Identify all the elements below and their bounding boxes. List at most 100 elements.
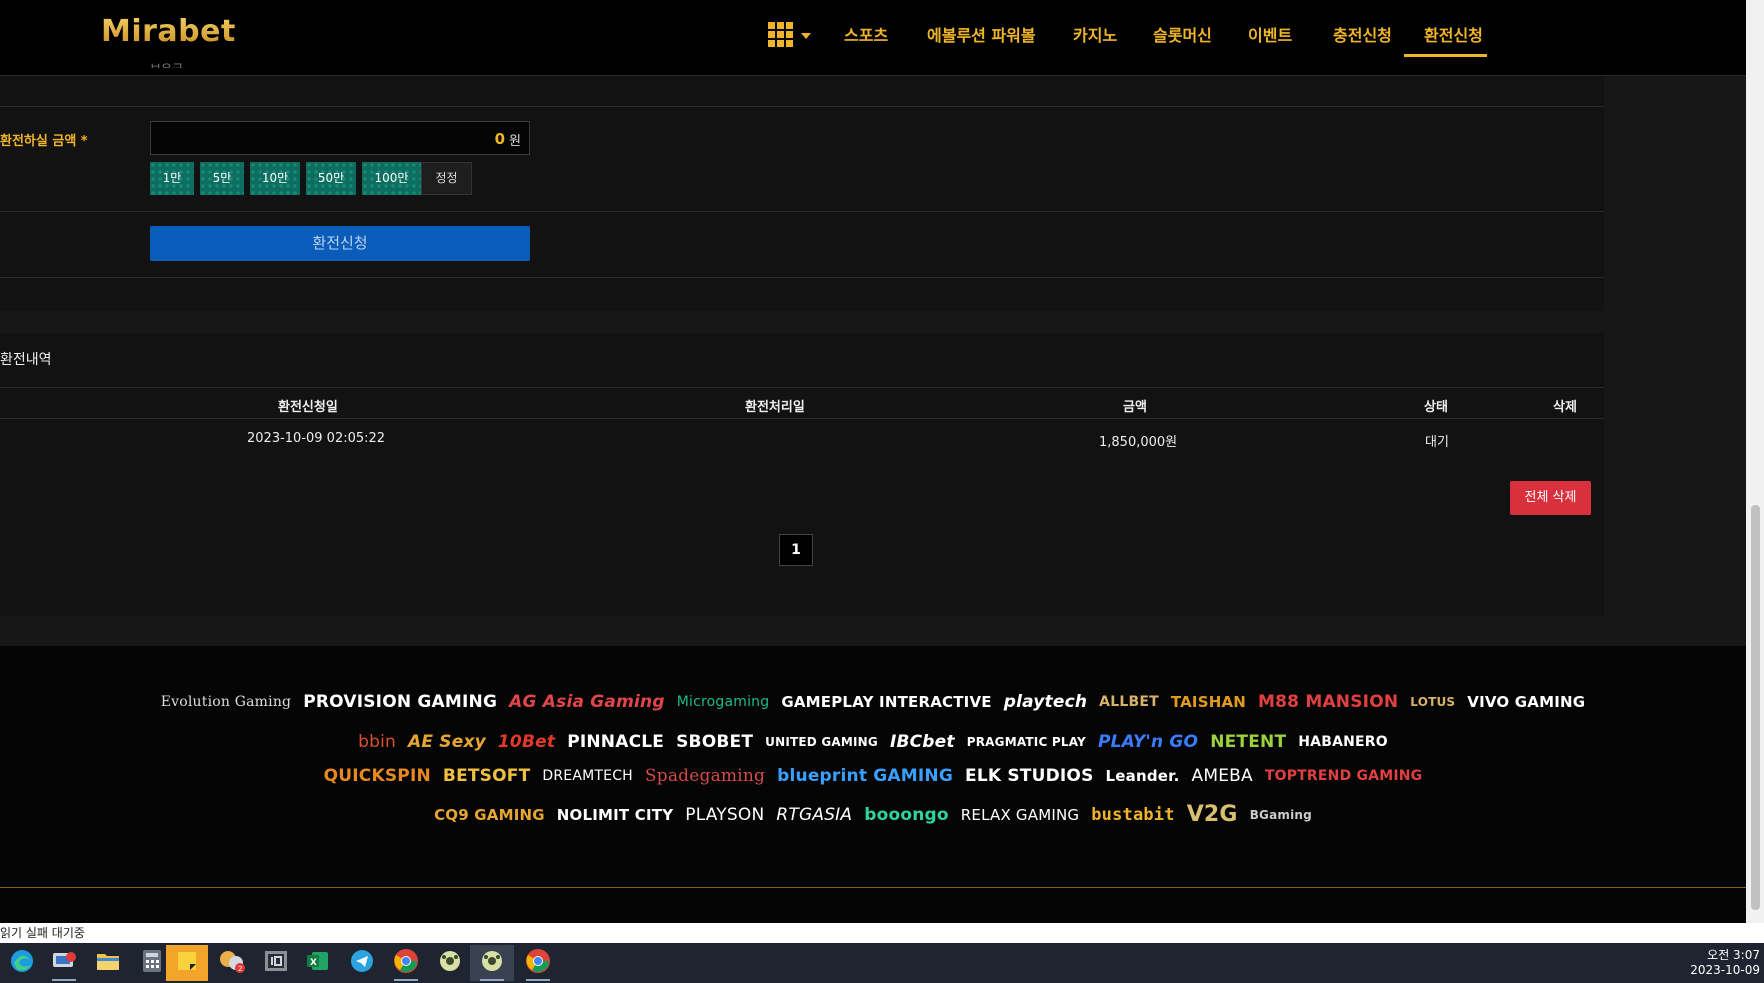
taskbar-telegram[interactable]: [340, 945, 384, 981]
chat-icon: 2: [218, 948, 246, 978]
taskbar-remote-desktop[interactable]: [42, 945, 86, 981]
balance-label-cut: 보유금: [150, 60, 183, 68]
excel-icon: X: [306, 950, 330, 976]
logo-playson: PLAYSON: [685, 804, 765, 825]
taskbar-chat[interactable]: 2: [210, 945, 254, 981]
logo-taishan: TAISHAN: [1170, 693, 1247, 711]
divider: [0, 106, 1604, 107]
soccer-ball-icon: [480, 949, 504, 977]
running-indicator: [480, 979, 504, 981]
partner-logo-row: Evolution Gaming PROVISION GAMING AG Asi…: [0, 692, 1746, 712]
nav-evolution-powerball[interactable]: 에볼루션 파워볼: [927, 22, 1036, 46]
taskbar-chrome[interactable]: [384, 945, 428, 981]
taskbar-game-app[interactable]: [428, 945, 472, 981]
logo-elk: ELK STUDIOS: [965, 766, 1094, 786]
logo-toptrend: TOPTREND GAMING: [1264, 768, 1423, 784]
logo-betsoft: BETSOFT: [442, 766, 531, 786]
chip-500k-button[interactable]: 50만: [306, 162, 356, 195]
pagination-page-1[interactable]: 1: [779, 534, 813, 566]
table-header-border: [0, 418, 1604, 419]
site-logo[interactable]: Mirabet: [101, 14, 236, 49]
logo-10bet: 10Bet: [497, 732, 556, 752]
logo-sbobet: SBOBET: [676, 732, 754, 752]
scrollbar-thumb[interactable]: [1751, 505, 1760, 910]
soccer-ball-icon: [438, 949, 462, 977]
delete-all-button[interactable]: 전체 삭제: [1510, 481, 1591, 515]
chip-10k-button[interactable]: 1만: [150, 162, 194, 195]
chevron-down-icon: [801, 33, 811, 39]
running-indicator: [394, 979, 418, 981]
running-indicator: [52, 979, 76, 981]
system-clock-time[interactable]: 오전 3:07: [1690, 946, 1760, 963]
logo-habanero: HABANERO: [1298, 734, 1388, 750]
col-processed-date: 환전처리일: [745, 400, 805, 415]
logo-microgaming: Microgaming: [676, 694, 770, 710]
logo-netent: NETENT: [1210, 732, 1287, 752]
taskbar-excel[interactable]: X: [296, 945, 340, 981]
amount-input[interactable]: 0 원: [150, 121, 530, 155]
amount-label: 환전하실 금액 *: [0, 134, 88, 149]
logo-allbet: ALLBET: [1099, 694, 1159, 710]
chrome-icon: [525, 948, 551, 978]
sticky-note-icon: [176, 950, 198, 976]
logo-spadegaming: Spadegaming: [644, 766, 766, 786]
logo-v2g: V2G: [1186, 802, 1238, 827]
logo-united-gaming: UNITED GAMING: [765, 735, 878, 749]
chip-100k-button[interactable]: 10만: [250, 162, 300, 195]
nav-deposit[interactable]: 충전신청: [1333, 22, 1392, 46]
folder-icon: [96, 950, 120, 976]
logo-dreamtech: DREAMTECH: [542, 768, 633, 784]
page-scrollbar[interactable]: [1746, 0, 1764, 923]
col-requested-date: 환전신청일: [278, 400, 338, 415]
id-app-icon: [264, 950, 288, 976]
withdraw-history-panel: [0, 333, 1604, 616]
nav-events[interactable]: 이벤트: [1248, 22, 1292, 46]
edge-icon: [9, 948, 35, 978]
nav-sports[interactable]: 스포츠: [844, 22, 888, 46]
logo-pinnacle: PINNACLE: [567, 732, 665, 752]
logo-bustabit: bustabit: [1091, 804, 1175, 825]
top-navbar: Mirabet 스포츠 에볼루션 파워볼 카지노 슬롯머신 이벤트 충전신청 환…: [0, 0, 1746, 76]
browser-viewport: Mirabet 스포츠 에볼루션 파워볼 카지노 슬롯머신 이벤트 충전신청 환…: [0, 0, 1746, 923]
chip-50k-button[interactable]: 5만: [200, 162, 244, 195]
apps-grid-menu-button[interactable]: [768, 22, 812, 50]
taskbar-game-app-2[interactable]: [470, 945, 514, 981]
col-status: 상태: [1424, 400, 1448, 415]
logo-nolimit-city: NOLIMIT CITY: [556, 805, 674, 824]
taskbar-chrome-2[interactable]: [516, 945, 560, 981]
logo-playngo: PLAY'n GO: [1097, 732, 1199, 752]
taskbar-sticky-notes[interactable]: [166, 945, 208, 981]
logo-vivo: VIVO GAMING: [1467, 693, 1586, 711]
browser-status-bar: 읽기 실패 대기중: [0, 923, 1764, 943]
taskbar-id-app[interactable]: [254, 945, 298, 981]
chip-1m-button[interactable]: 100만: [362, 162, 421, 195]
nav-slots[interactable]: 슬롯머신: [1153, 22, 1212, 46]
logo-relax: RELAX GAMING: [960, 805, 1080, 824]
nav-withdraw[interactable]: 환전신청: [1424, 22, 1483, 46]
system-clock-date[interactable]: 2023-10-09: [1680, 963, 1760, 977]
footer-divider: [0, 887, 1746, 888]
logo-ag: AG Asia Gaming: [509, 692, 665, 712]
logo-gameplay: GAMEPLAY INTERACTIVE: [781, 693, 992, 711]
active-nav-indicator: [1404, 54, 1487, 57]
chrome-icon: [393, 948, 419, 978]
cell-amount: 1,850,000원: [1099, 435, 1178, 450]
cell-status: 대기: [1425, 435, 1449, 450]
logo-leander: Leander.: [1105, 767, 1180, 785]
logo-ameba: AMEBA: [1191, 766, 1253, 786]
taskbar-edge[interactable]: [0, 945, 44, 981]
withdraw-submit-button[interactable]: 환전신청: [150, 226, 530, 261]
remote-desktop-icon: [51, 949, 77, 977]
nav-casino[interactable]: 카지노: [1073, 22, 1117, 46]
col-delete: 삭제: [1553, 400, 1577, 415]
partner-logo-row: CQ9 GAMING NOLIMIT CITY PLAYSON RTGASIA …: [0, 802, 1746, 827]
amount-value: 0: [494, 130, 505, 148]
reset-amount-button[interactable]: 정정: [421, 162, 472, 195]
taskbar-file-explorer[interactable]: [86, 945, 130, 981]
badge-count: 2: [238, 965, 242, 973]
divider: [0, 277, 1604, 278]
logo-playtech: playtech: [1003, 692, 1088, 712]
calculator-icon: [142, 949, 162, 977]
logo-evolution: Evolution Gaming: [160, 694, 292, 710]
logo-rtgasia: RTGASIA: [776, 804, 853, 825]
